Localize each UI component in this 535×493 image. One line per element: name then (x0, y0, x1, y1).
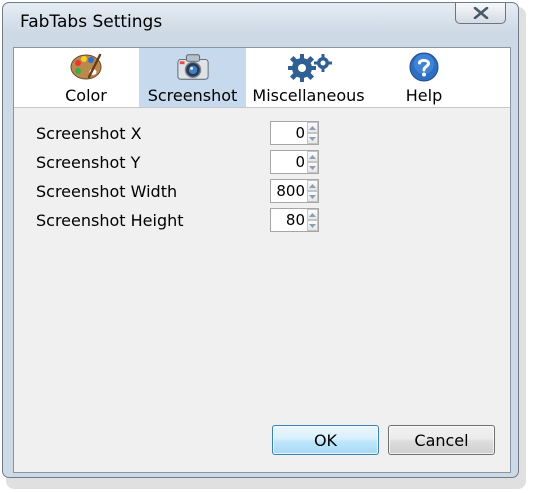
stepper-arrows (307, 180, 318, 202)
tab-help[interactable]: Help (371, 48, 477, 107)
screenshot-width-stepper[interactable]: 800 (270, 179, 319, 203)
screenshot-width-value: 800 (276, 182, 305, 200)
ok-button[interactable]: OK (272, 425, 379, 455)
palette-icon (69, 51, 103, 83)
screenshot-y-value: 0 (295, 153, 305, 171)
close-icon (473, 7, 488, 19)
screenshot-y-stepper[interactable]: 0 (270, 150, 319, 174)
stepper-arrows (307, 122, 318, 144)
increment-arrow-icon[interactable] (307, 122, 318, 133)
tab-screenshot-label: Screenshot (147, 86, 238, 105)
screenshot-height-value: 80 (285, 211, 305, 229)
tab-help-label: Help (405, 86, 443, 105)
tab-miscellaneous[interactable]: Miscellaneous (246, 48, 371, 107)
tab-screenshot[interactable]: Screenshot (139, 48, 246, 107)
screenshot-x-stepper[interactable]: 0 (270, 121, 319, 145)
screenshot-x-value: 0 (295, 124, 305, 142)
decrement-arrow-icon[interactable] (307, 162, 318, 173)
cancel-button[interactable]: Cancel (388, 425, 495, 455)
stepper-arrows (307, 209, 318, 231)
field-label-height: Screenshot Height (36, 211, 184, 230)
field-label-y: Screenshot Y (36, 153, 141, 172)
tab-miscellaneous-label: Miscellaneous (252, 86, 365, 105)
tab-color[interactable]: Color (33, 48, 139, 107)
tab-bar: Color Screenshot Miscellaneous Help (14, 48, 510, 108)
screenshot-height-stepper[interactable]: 80 (270, 208, 319, 232)
camera-icon (176, 51, 210, 83)
increment-arrow-icon[interactable] (307, 209, 318, 220)
help-icon (407, 51, 441, 83)
dialog-body: Color Screenshot Miscellaneous Help Scre… (13, 47, 511, 473)
stepper-arrows (307, 151, 318, 173)
increment-arrow-icon[interactable] (307, 151, 318, 162)
decrement-arrow-icon[interactable] (307, 191, 318, 202)
field-label-width: Screenshot Width (36, 182, 178, 201)
close-button[interactable] (455, 3, 506, 24)
settings-dialog: FabTabs Settings Color Screenshot Miscel… (2, 2, 519, 478)
increment-arrow-icon[interactable] (307, 180, 318, 191)
decrement-arrow-icon[interactable] (307, 220, 318, 231)
gears-icon (284, 51, 334, 83)
tab-color-label: Color (65, 86, 107, 105)
decrement-arrow-icon[interactable] (307, 133, 318, 144)
window-title: FabTabs Settings (20, 12, 163, 32)
field-label-x: Screenshot X (36, 124, 142, 143)
